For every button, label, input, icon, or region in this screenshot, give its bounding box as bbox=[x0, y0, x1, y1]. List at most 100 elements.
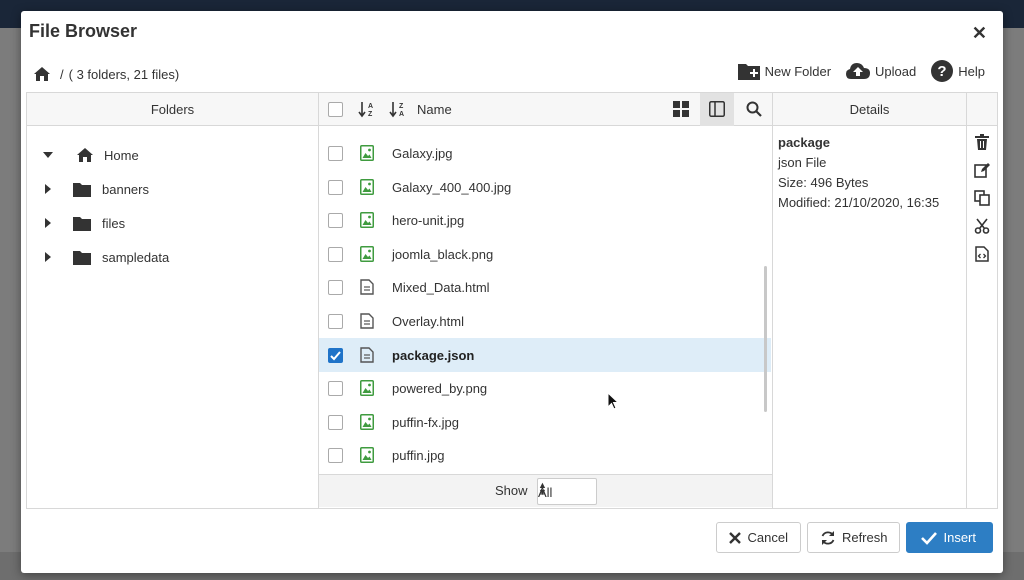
list-item[interactable]: Galaxy.jpg bbox=[319, 136, 771, 170]
file-checkbox[interactable] bbox=[328, 146, 343, 161]
folders-panel: Folders Home banners files sampledata bbox=[27, 93, 319, 508]
breadcrumb: / ( 3 folders, 21 files) bbox=[33, 64, 179, 84]
file-name: package.json bbox=[392, 348, 475, 363]
file-checkbox[interactable] bbox=[328, 381, 343, 396]
image-file-icon bbox=[360, 414, 374, 430]
file-actions-header bbox=[967, 93, 997, 126]
cut-icon[interactable] bbox=[972, 216, 992, 236]
sort-alpha-desc-icon[interactable]: ZA bbox=[389, 100, 407, 118]
tree-item-label: sampledata bbox=[102, 249, 170, 265]
tree-item-banners[interactable]: banners bbox=[27, 172, 318, 206]
trash-icon[interactable] bbox=[972, 132, 992, 152]
grid-view-icon[interactable] bbox=[673, 101, 689, 117]
new-folder-icon bbox=[737, 64, 760, 80]
list-item[interactable]: hero-unit.jpg bbox=[319, 203, 771, 237]
image-file-icon bbox=[360, 447, 374, 463]
checkmark-icon bbox=[921, 531, 938, 545]
close-icon[interactable]: ✕ bbox=[972, 23, 987, 44]
cancel-label: Cancel bbox=[747, 530, 788, 545]
help-label: Help bbox=[958, 63, 985, 79]
list-item[interactable]: Overlay.html bbox=[319, 304, 771, 338]
caret-right-icon[interactable] bbox=[43, 252, 53, 262]
edit-icon[interactable] bbox=[972, 160, 992, 180]
file-checkbox[interactable] bbox=[328, 247, 343, 262]
details-file-size: Size: 496 Bytes bbox=[778, 175, 869, 190]
image-file-icon bbox=[360, 246, 374, 262]
file-checkbox[interactable] bbox=[328, 280, 343, 295]
select-all-checkbox[interactable] bbox=[328, 102, 343, 117]
folder-icon bbox=[73, 182, 91, 197]
column-view-icon[interactable] bbox=[709, 101, 725, 117]
file-name: Galaxy_400_400.jpg bbox=[392, 180, 512, 195]
file-list: Galaxy.jpg Galaxy_400_400.jpg hero-unit.… bbox=[319, 126, 772, 474]
home-icon[interactable] bbox=[33, 66, 51, 82]
search-icon[interactable] bbox=[746, 101, 762, 117]
cancel-button[interactable]: Cancel bbox=[716, 522, 801, 553]
image-file-icon bbox=[360, 179, 374, 195]
list-item[interactable]: powered_by.png bbox=[319, 371, 771, 405]
file-checkbox-checked[interactable] bbox=[328, 348, 343, 363]
folder-tree: Home banners files sampledata bbox=[27, 126, 318, 274]
file-name: puffin.jpg bbox=[392, 448, 445, 463]
name-column-header[interactable]: Name bbox=[417, 102, 452, 117]
document-file-icon bbox=[360, 313, 374, 329]
caret-right-icon[interactable] bbox=[43, 218, 53, 228]
list-item[interactable]: puffin-fx.jpg bbox=[319, 405, 771, 439]
toolbar: New Folder Upload ? Help bbox=[723, 59, 985, 83]
new-folder-label: New Folder bbox=[764, 63, 832, 79]
file-browser-dialog: File Browser ✕ / ( 3 folders, 21 files) … bbox=[21, 11, 1003, 573]
help-button[interactable]: ? Help bbox=[930, 59, 985, 83]
details-body: package json File Size: 496 Bytes Modifi… bbox=[773, 126, 966, 213]
tree-item-label: banners bbox=[102, 181, 149, 197]
files-panel: AZ ZA Name Galaxy.jpg Galaxy_400_400.jpg… bbox=[319, 93, 773, 508]
list-item-partial[interactable] bbox=[319, 126, 771, 133]
file-list-scrollbar[interactable] bbox=[764, 266, 767, 412]
tree-item-sampledata[interactable]: sampledata bbox=[27, 240, 318, 274]
svg-text:A: A bbox=[399, 111, 404, 118]
new-folder-button[interactable]: New Folder bbox=[737, 61, 831, 81]
file-checkbox[interactable] bbox=[328, 448, 343, 463]
home-icon bbox=[77, 148, 93, 162]
details-modified: Modified: 21/10/2020, 16:35 bbox=[778, 195, 940, 210]
refresh-label: Refresh bbox=[841, 530, 888, 545]
checkmark-icon bbox=[330, 351, 341, 361]
document-file-icon bbox=[360, 279, 374, 295]
caret-right-icon[interactable] bbox=[43, 184, 53, 194]
refresh-button[interactable]: Refresh bbox=[806, 522, 901, 553]
file-checkbox[interactable] bbox=[328, 180, 343, 195]
upload-button[interactable]: Upload bbox=[845, 61, 916, 81]
list-item[interactable]: puffin.jpg bbox=[319, 438, 771, 472]
image-file-icon bbox=[360, 145, 374, 161]
list-item-selected[interactable]: package.json bbox=[319, 338, 771, 372]
caret-down-icon[interactable] bbox=[43, 150, 53, 160]
file-name: Mixed_Data.html bbox=[392, 280, 490, 295]
file-checkbox[interactable] bbox=[328, 415, 343, 430]
folders-header: Folders bbox=[27, 93, 318, 126]
dialog-footer: Cancel Refresh Insert bbox=[710, 522, 993, 553]
show-select[interactable]: All ▲ ▼ bbox=[537, 478, 597, 505]
insert-label: Insert bbox=[943, 530, 976, 545]
code-file-icon[interactable] bbox=[972, 244, 992, 264]
insert-button[interactable]: Insert bbox=[906, 522, 993, 553]
svg-text:?: ? bbox=[938, 63, 947, 80]
files-footer: Show All ▲ ▼ bbox=[319, 474, 772, 507]
image-file-icon bbox=[360, 212, 374, 228]
file-checkbox[interactable] bbox=[328, 314, 343, 329]
close-icon bbox=[729, 531, 742, 544]
show-label: Show bbox=[495, 483, 528, 498]
tree-item-label: files bbox=[102, 215, 126, 231]
sort-alpha-asc-icon[interactable]: AZ bbox=[358, 100, 376, 118]
tree-item-home[interactable]: Home bbox=[27, 138, 318, 172]
file-name: powered_by.png bbox=[392, 381, 488, 396]
list-item[interactable]: Mixed_Data.html bbox=[319, 270, 771, 304]
svg-text:Z: Z bbox=[368, 111, 373, 118]
tree-item-files[interactable]: files bbox=[27, 206, 318, 240]
files-header: AZ ZA Name bbox=[319, 93, 772, 126]
breadcrumb-separator: / bbox=[60, 66, 64, 82]
list-item[interactable]: Galaxy_400_400.jpg bbox=[319, 170, 771, 204]
file-checkbox[interactable] bbox=[328, 213, 343, 228]
svg-text:Z: Z bbox=[399, 103, 404, 110]
browser-panels: Folders Home banners files sampledata A … bbox=[26, 92, 998, 509]
copy-icon[interactable] bbox=[972, 188, 992, 208]
list-item[interactable]: joomla_black.png bbox=[319, 237, 771, 271]
